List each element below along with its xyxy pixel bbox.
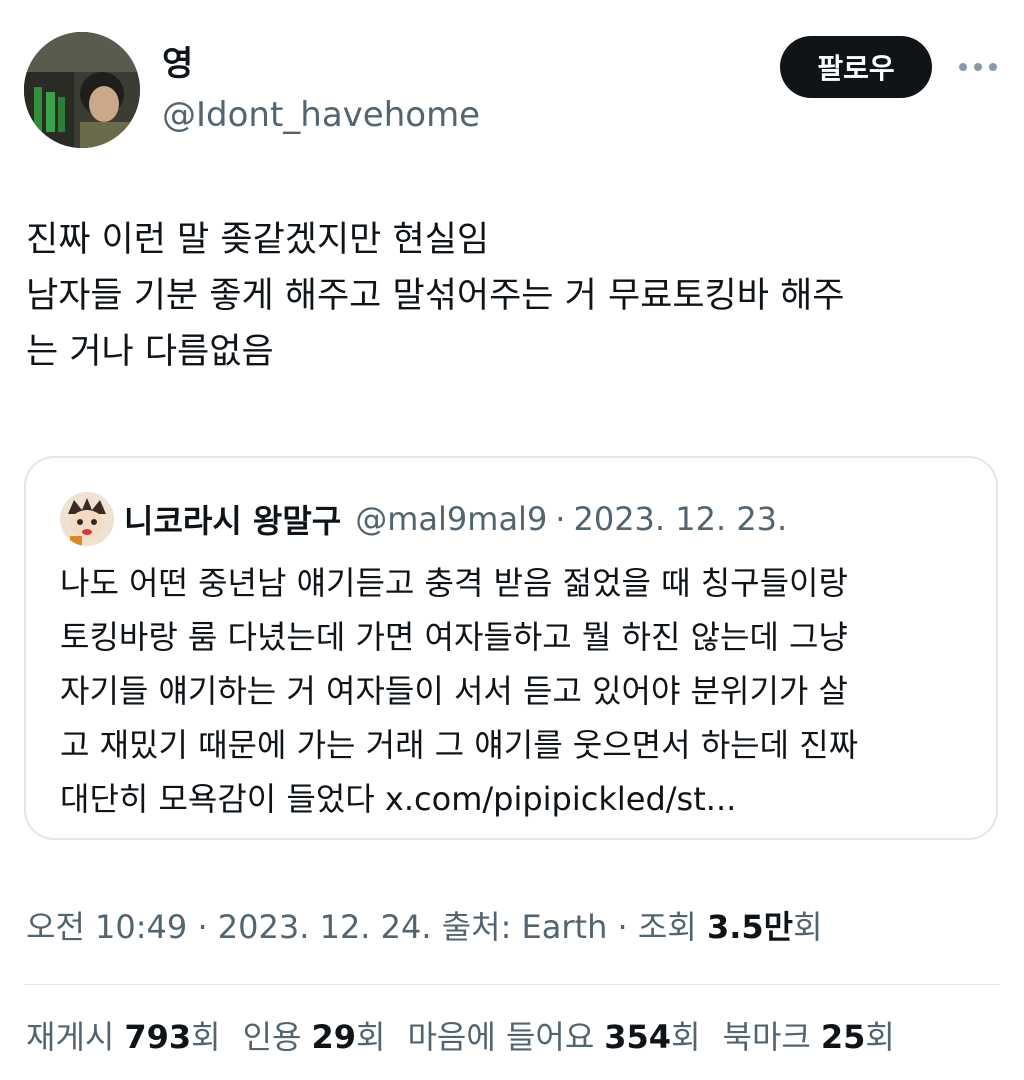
author-handle[interactable]: @Idont_havehome — [162, 94, 480, 136]
quoted-text-line: 나도 어떤 중년남 얘기듣고 충격 받음 젊었을 때 칭구들이랑 — [60, 564, 848, 602]
engagement-stats: 재게시 793회 인용 29회 마음에 들어요 354회 북마크 25회 — [26, 1012, 917, 1062]
tweet-text-line: 진짜 이런 말 좆같겠지만 현실임 — [26, 220, 490, 260]
stat-suffix: 회 — [356, 1018, 386, 1056]
tweet-time[interactable]: 오전 10:49 — [26, 908, 187, 946]
cartoon-avatar-icon — [60, 492, 114, 546]
tweet-date[interactable]: 2023. 12. 24. — [218, 908, 432, 946]
profile-photo-icon — [24, 32, 140, 148]
quoted-author-handle[interactable]: @mal9mal9 — [355, 500, 547, 538]
stat-likes[interactable]: 마음에 들어요 354회 — [407, 1012, 700, 1062]
stat-suffix: 회 — [191, 1018, 221, 1056]
follow-button[interactable]: 팔로우 — [780, 36, 932, 98]
tweet-text: 진짜 이런 말 좆같겠지만 현실임 남자들 기분 좋게 해주고 말섞어주는 거 … — [26, 212, 1001, 380]
quoted-author-name[interactable]: 니코라시 왕말구 — [124, 496, 341, 542]
stat-count: 25 — [820, 1018, 866, 1056]
tweet-header: 영 @Idont_havehome 팔로우 — [0, 0, 1024, 160]
stat-bookmarks[interactable]: 북마크 25회 — [723, 1012, 895, 1062]
quoted-tweet-date[interactable]: 2023. 12. 23. — [573, 500, 787, 538]
quoted-text-line: 고 재밌기 때문에 가는 거래 그 얘기를 웃으면서 하는데 진짜 — [60, 726, 859, 764]
more-horizontal-icon — [959, 63, 997, 71]
quoted-tweet-card[interactable]: 니코라시 왕말구 @mal9mal9 · 2023. 12. 23. 나도 어떤… — [24, 456, 998, 840]
author-avatar[interactable] — [24, 32, 140, 148]
more-options-button[interactable] — [956, 50, 1000, 84]
tweet-metadata: 오전 10:49 · 2023. 12. 24. 출처: Earth · 조회 … — [26, 902, 823, 952]
separator-dot: · — [187, 908, 218, 946]
stat-suffix: 회 — [865, 1018, 895, 1056]
quoted-text-line: 토킹바랑 룸 다녔는데 가면 여자들하고 뭘 하진 않는데 그냥 — [60, 618, 848, 656]
stat-label: 북마크 — [722, 1018, 811, 1056]
quoted-text-line: 자기들 얘기하는 거 여자들이 서서 듣고 있어야 분위기가 살 — [60, 672, 848, 710]
tweet-text-line: 는 거나 다름없음 — [26, 332, 274, 372]
divider — [24, 984, 1000, 985]
stat-reposts[interactable]: 재게시 793회 — [26, 1012, 221, 1062]
stat-count: 354 — [604, 1018, 672, 1056]
tweet-text-line: 남자들 기분 좋게 해주고 말섞어주는 거 무료토킹바 해주 — [26, 276, 845, 316]
stat-label: 인용 — [242, 1018, 302, 1056]
separator-dot: · — [607, 908, 638, 946]
quoted-author-avatar[interactable] — [60, 492, 114, 546]
stat-label: 재게시 — [26, 1018, 115, 1056]
tweet-source: 출처: Earth — [431, 908, 608, 946]
author-display-name[interactable]: 영 — [162, 42, 193, 86]
stat-suffix: 회 — [671, 1018, 701, 1056]
stat-label: 마음에 들어요 — [407, 1018, 595, 1056]
quoted-text-line: 대단히 모욕감이 들었다 x.com/pipipickled/st... — [60, 780, 737, 818]
views-count: 3.5만 — [706, 908, 794, 946]
views-label: 조회 — [637, 908, 707, 946]
quoted-tweet-text: 나도 어떤 중년남 얘기듣고 충격 받음 젊었을 때 칭구들이랑 토킹바랑 룸 … — [60, 556, 980, 826]
views-suffix: 회 — [793, 908, 823, 946]
separator-dot: · — [555, 500, 566, 538]
quoted-tweet-header: 니코라시 왕말구 @mal9mal9 · 2023. 12. 23. — [124, 494, 787, 544]
stat-count: 793 — [124, 1018, 192, 1056]
stat-count: 29 — [311, 1018, 356, 1056]
stat-quotes[interactable]: 인용 29회 — [243, 1012, 386, 1062]
